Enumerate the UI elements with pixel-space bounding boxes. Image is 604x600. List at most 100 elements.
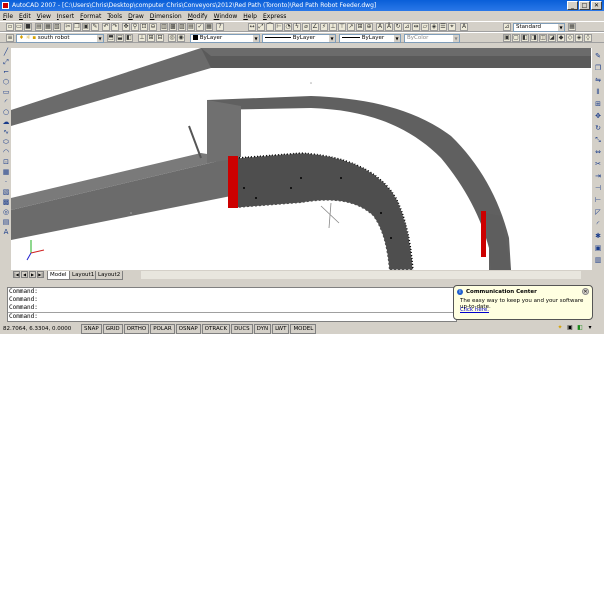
menu-draw[interactable]: Draw xyxy=(125,13,147,20)
area-icon[interactable]: ▱ xyxy=(421,23,429,31)
menu-window[interactable]: Window xyxy=(211,13,241,20)
plot-icon[interactable]: ▤ xyxy=(35,23,43,31)
menu-view[interactable]: View xyxy=(34,13,54,20)
lock-icon[interactable]: ▣ xyxy=(566,324,574,332)
layer-manager-icon[interactable]: ≡ xyxy=(6,34,14,42)
markup-icon[interactable]: ✓ xyxy=(196,23,204,31)
ellipse-icon[interactable]: ⬭ xyxy=(2,138,10,146)
region-icon[interactable]: ◎ xyxy=(2,208,10,216)
massprop-icon[interactable]: ◈ xyxy=(430,23,438,31)
status-grid[interactable]: GRID xyxy=(102,323,123,334)
xline-icon[interactable]: ⤢ xyxy=(2,58,10,66)
view-top-icon[interactable]: ▣ xyxy=(503,34,511,42)
dim-jogged-icon[interactable]: ϟ xyxy=(293,23,301,31)
view-back-icon[interactable]: ◪ xyxy=(548,34,556,42)
dim-radius-icon[interactable]: ◔ xyxy=(284,23,292,31)
status-otrack[interactable]: OTRACK xyxy=(201,323,231,334)
view-se-iso-icon[interactable]: ◇ xyxy=(566,34,574,42)
horizontal-scrollbar[interactable] xyxy=(141,271,581,279)
coordinate-readout[interactable]: 82.7064, 6.3304, 0.0000 xyxy=(0,326,81,332)
help-icon[interactable]: ? xyxy=(216,23,224,31)
ucs-icon[interactable]: ⊥ xyxy=(138,34,146,42)
chevron-down-icon[interactable]: ▼ xyxy=(558,24,564,31)
hatch-icon[interactable]: ▧ xyxy=(2,188,10,196)
menu-edit[interactable]: Edit xyxy=(16,13,34,20)
view-nw-iso-icon[interactable]: ◊ xyxy=(584,34,592,42)
paste-icon[interactable]: ▣ xyxy=(82,23,90,31)
chevron-down-icon[interactable]: ▼ xyxy=(329,35,335,42)
tab-layout1[interactable]: Layout1 xyxy=(69,271,98,280)
close-balloon-button[interactable]: ✕ xyxy=(582,288,589,295)
text-style-icon[interactable]: A xyxy=(460,23,468,31)
table-icon[interactable]: ▤ xyxy=(2,218,10,226)
zoom-prev-icon[interactable]: ⊖ xyxy=(149,23,157,31)
new-icon[interactable]: ▫ xyxy=(6,23,14,31)
menu-tools[interactable]: Tools xyxy=(104,13,125,20)
visual-style-icon[interactable]: ◉ xyxy=(177,34,185,42)
insert-icon[interactable]: ⊡ xyxy=(2,158,10,166)
dim-style-icon[interactable]: ⊿ xyxy=(403,23,411,31)
line-icon[interactable]: ╱ xyxy=(2,48,10,56)
join-icon[interactable]: ⊢ xyxy=(594,196,602,204)
preview-icon[interactable]: ▦ xyxy=(44,23,52,31)
dim-arc-icon[interactable]: ⌒ xyxy=(266,23,274,31)
last-tab-icon[interactable]: ▶| xyxy=(37,271,44,278)
autocad-app-icon[interactable] xyxy=(2,2,9,9)
pan-icon[interactable]: ✥ xyxy=(122,23,130,31)
quick-dim-icon[interactable]: ⚡ xyxy=(320,23,328,31)
make-current-layer-icon[interactable]: ⬒ xyxy=(107,34,115,42)
distance-icon[interactable]: ⇹ xyxy=(412,23,420,31)
center-mark-icon[interactable]: ⊕ xyxy=(365,23,373,31)
gradient-icon[interactable]: ▩ xyxy=(2,198,10,206)
text-style-combo[interactable]: Standard ▼ xyxy=(513,23,565,32)
chevron-down-icon[interactable]: ▼ xyxy=(253,35,259,42)
tab-layout2[interactable]: Layout2 xyxy=(95,271,124,280)
lineweight-combo[interactable]: ByLayer ▼ xyxy=(339,34,401,43)
list-icon[interactable]: ☰ xyxy=(439,23,447,31)
command-window[interactable]: Command: Command: Command: Command: xyxy=(7,287,457,322)
save-icon[interactable]: ■ xyxy=(24,23,32,31)
tolerance-icon[interactable]: ⊞ xyxy=(356,23,364,31)
arc-icon[interactable]: ◜ xyxy=(2,98,10,106)
rectangle-icon[interactable]: ▭ xyxy=(2,88,10,96)
zoom-icon[interactable]: ⚲ xyxy=(131,23,139,31)
polyline-icon[interactable]: ⌐ xyxy=(2,68,10,76)
dim-angular-icon[interactable]: ∠ xyxy=(311,23,319,31)
table-style-icon[interactable]: ▦ xyxy=(568,23,576,31)
ucs-previous-icon[interactable]: ⊟ xyxy=(156,34,164,42)
copy-object-icon[interactable]: ❐ xyxy=(594,64,602,72)
status-ducs[interactable]: DUCS xyxy=(231,323,253,334)
erase-icon[interactable]: ✎ xyxy=(594,52,602,60)
matchprop-icon[interactable]: ✎ xyxy=(91,23,99,31)
cut-icon[interactable]: ✂ xyxy=(64,23,72,31)
dim-update-icon[interactable]: ↻ xyxy=(394,23,402,31)
array-icon[interactable]: ⊞ xyxy=(594,100,602,108)
point-icon[interactable]: · xyxy=(2,178,10,186)
minimize-button[interactable]: _ xyxy=(567,1,578,10)
dim-ordinate-icon[interactable]: ⊢ xyxy=(275,23,283,31)
extend-icon[interactable]: ⇥ xyxy=(594,172,602,180)
drawing-canvas[interactable] xyxy=(11,48,592,270)
status-lwt[interactable]: LWT xyxy=(272,323,290,334)
menu-file[interactable]: File xyxy=(0,13,16,20)
leader-icon[interactable]: ↗ xyxy=(347,23,355,31)
calculator-icon[interactable]: ▦ xyxy=(205,23,213,31)
status-dyn[interactable]: DYN xyxy=(253,323,272,334)
sheetset-icon[interactable]: ▤ xyxy=(187,23,195,31)
block-icon[interactable]: ▦ xyxy=(2,168,10,176)
break-icon[interactable]: ⊣ xyxy=(594,184,602,192)
menu-dimension[interactable]: Dimension xyxy=(147,13,185,20)
rotate-icon[interactable]: ↻ xyxy=(594,124,602,132)
dim-edit-icon[interactable]: A xyxy=(376,23,384,31)
layer-state-icon[interactable]: ◧ xyxy=(125,34,133,42)
close-button[interactable]: ✕ xyxy=(591,1,602,10)
view-ne-iso-icon[interactable]: ◈ xyxy=(575,34,583,42)
communication-center-icon[interactable]: ✦ xyxy=(556,324,564,332)
first-tab-icon[interactable]: |◀ xyxy=(13,271,20,278)
explode-icon[interactable]: ✱ xyxy=(594,232,602,240)
revcloud-icon[interactable]: ☁ xyxy=(2,118,10,126)
dim-baseline-icon[interactable]: ⊥ xyxy=(329,23,337,31)
layer-previous-icon[interactable]: ⬓ xyxy=(116,34,124,42)
stretch-icon[interactable]: ⇔ xyxy=(594,148,602,156)
scale-icon[interactable]: ⤡ xyxy=(594,136,602,144)
